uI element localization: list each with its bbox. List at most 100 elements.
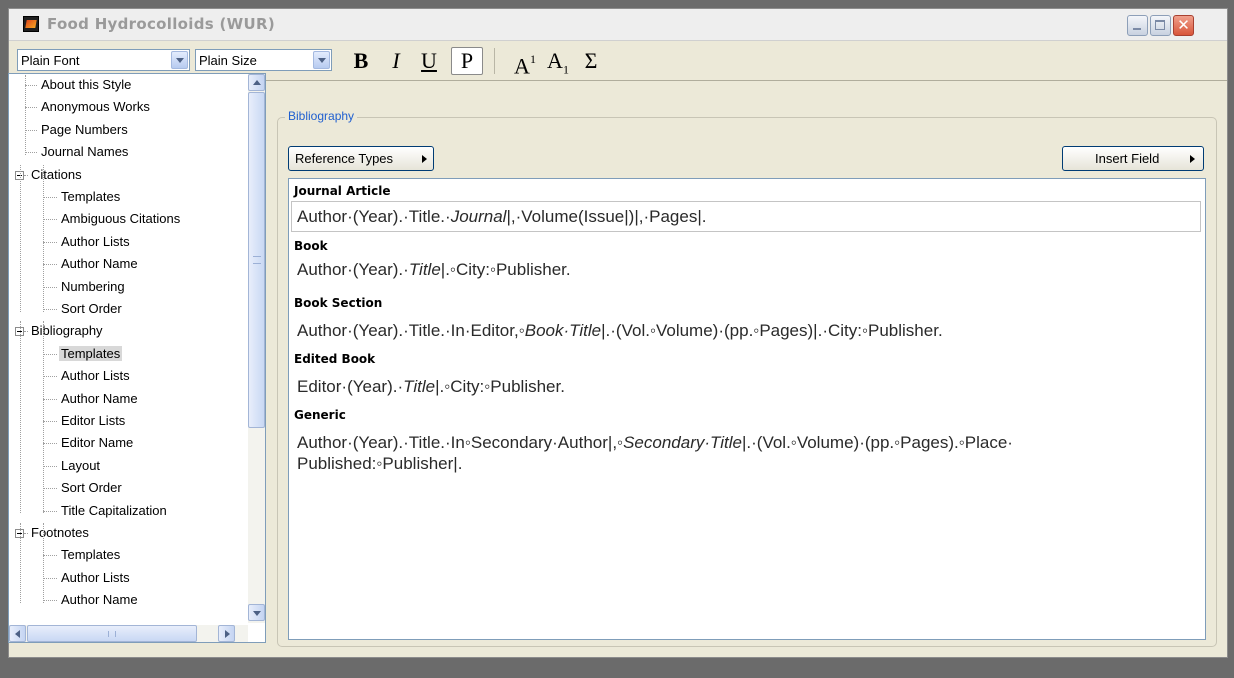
template-segment: Author·(Year).· bbox=[297, 260, 409, 279]
chevron-down-icon[interactable] bbox=[313, 51, 330, 69]
tree-connector bbox=[43, 219, 57, 220]
tree-item-label: Anonymous Works bbox=[41, 99, 150, 114]
scroll-down-icon[interactable] bbox=[248, 604, 265, 621]
tree-connector bbox=[43, 488, 57, 489]
tree-item[interactable]: Title Capitalization bbox=[59, 501, 169, 521]
template-text[interactable]: Author·(Year).·Title.·In◦Secondary·Autho… bbox=[297, 432, 1013, 453]
scroll-up-icon[interactable] bbox=[248, 74, 265, 91]
tree-connector bbox=[25, 85, 37, 86]
tree-item[interactable]: Author Lists bbox=[59, 366, 132, 386]
tree-item[interactable]: Editor Lists bbox=[59, 411, 127, 431]
template-text[interactable]: Editor·(Year).·Title|.◦City:◦Publisher. bbox=[297, 376, 565, 397]
tree-item[interactable]: Page Numbers bbox=[39, 120, 130, 140]
minimize-button[interactable] bbox=[1127, 15, 1148, 36]
tree-item-label: Author Lists bbox=[61, 368, 130, 383]
tree-item-label: Editor Name bbox=[61, 435, 134, 450]
tree-connector bbox=[24, 331, 28, 332]
tree-connector bbox=[43, 165, 44, 312]
scroll-right-icon[interactable] bbox=[218, 625, 235, 642]
template-title: Journal Article bbox=[294, 184, 391, 198]
template-segment: Editor·(Year).· bbox=[297, 377, 404, 396]
tree-item[interactable]: Templates bbox=[59, 344, 123, 364]
maximize-button[interactable] bbox=[1150, 15, 1171, 36]
tree-connector bbox=[20, 321, 21, 513]
superscript-button[interactable]: A1 bbox=[511, 47, 539, 79]
tree-item-label: Author Lists bbox=[61, 234, 130, 249]
font-select[interactable]: Plain Font bbox=[17, 49, 190, 71]
tree-item[interactable]: Author Lists bbox=[59, 232, 132, 252]
tree-item[interactable]: Bibliography bbox=[29, 321, 105, 341]
underline-button[interactable]: U bbox=[416, 47, 442, 75]
tree-item[interactable]: Layout bbox=[59, 456, 102, 476]
close-button[interactable]: ✕ bbox=[1173, 15, 1194, 36]
superscript-exp: 1 bbox=[529, 52, 536, 66]
reference-types-button[interactable]: Reference Types bbox=[288, 146, 434, 171]
tree-item-label: Footnotes bbox=[31, 525, 89, 540]
reference-types-label: Reference Types bbox=[295, 151, 394, 166]
bold-button[interactable]: B bbox=[348, 47, 374, 75]
template-text[interactable]: Author·(Year).·Title|.◦City:◦Publisher. bbox=[297, 259, 571, 280]
tree-item[interactable]: Ambiguous Citations bbox=[59, 209, 182, 229]
tree-item[interactable]: Author Name bbox=[59, 590, 140, 610]
plain-text-button[interactable]: P bbox=[451, 47, 483, 75]
tree-item-label: Title Capitalization bbox=[61, 503, 167, 518]
vertical-scroll-thumb[interactable] bbox=[248, 92, 265, 428]
tree-vertical-scrollbar[interactable] bbox=[248, 74, 265, 623]
scroll-left-icon[interactable] bbox=[9, 625, 26, 642]
tree-item-label: Templates bbox=[61, 547, 121, 562]
tree-item-label: Author Name bbox=[61, 592, 138, 607]
triangle-right-icon bbox=[422, 155, 427, 163]
title-bar[interactable]: Food Hydrocolloids (WUR) ✕ bbox=[9, 9, 1227, 41]
tree-item[interactable]: Editor Name bbox=[59, 433, 135, 453]
tree-connector bbox=[25, 75, 26, 155]
tree-item[interactable]: Templates bbox=[59, 545, 122, 565]
tree-connector bbox=[43, 466, 57, 467]
tree-item[interactable]: Journal Names bbox=[39, 142, 130, 162]
tree-connector bbox=[43, 309, 57, 310]
tree-item[interactable]: Author Name bbox=[59, 254, 140, 274]
template-editor[interactable]: Journal Article Author·(Year).·Title.·Jo… bbox=[288, 178, 1206, 640]
style-tree[interactable]: About this Style Anonymous Works Page Numb… bbox=[8, 73, 266, 643]
subscript-index: 1 bbox=[562, 62, 569, 77]
tree-item-label: About this Style bbox=[41, 77, 132, 92]
horizontal-scroll-thumb[interactable] bbox=[27, 625, 197, 642]
tree-connector bbox=[43, 399, 57, 400]
tree-item[interactable]: Numbering bbox=[59, 277, 127, 297]
template-title: Edited Book bbox=[294, 352, 376, 366]
tree-connector bbox=[25, 130, 37, 131]
tree-item[interactable]: Sort Order bbox=[59, 299, 124, 319]
superscript-base: A bbox=[514, 53, 530, 79]
tree-item[interactable]: Footnotes bbox=[29, 523, 91, 543]
tree-connector bbox=[43, 443, 57, 444]
size-select[interactable]: Plain Size bbox=[195, 49, 332, 71]
tree-connector bbox=[43, 321, 44, 513]
tree-item[interactable]: Sort Order bbox=[59, 478, 124, 498]
tree-item[interactable]: Author Lists bbox=[59, 568, 132, 588]
template-segment: |.◦City:◦Publisher. bbox=[440, 260, 571, 279]
panel-splitter[interactable] bbox=[268, 73, 272, 643]
template-text-line2[interactable]: Published:◦Publisher|. bbox=[297, 453, 462, 474]
template-segment: |,·Volume(Issue|)|,·Pages|. bbox=[506, 207, 707, 226]
tree-connector bbox=[25, 152, 37, 153]
tree-connector bbox=[20, 523, 21, 603]
tree-item[interactable]: About this Style bbox=[39, 75, 133, 95]
tree-connector bbox=[20, 165, 21, 312]
symbol-button[interactable]: Σ bbox=[577, 47, 605, 75]
chevron-down-icon[interactable] bbox=[171, 51, 188, 69]
tree-connector bbox=[43, 264, 57, 265]
italic-button[interactable]: I bbox=[384, 47, 408, 75]
tree-horizontal-scrollbar[interactable] bbox=[9, 625, 248, 642]
template-segment-italic: Title bbox=[408, 260, 441, 279]
subscript-button[interactable]: A1 bbox=[544, 47, 572, 77]
tree-item[interactable]: Templates bbox=[59, 187, 122, 207]
template-segment: |.·(Vol.◦Volume)·(pp.◦Pages)|.·City:◦Pub… bbox=[601, 321, 943, 340]
insert-field-button[interactable]: Insert Field bbox=[1062, 146, 1204, 171]
tree-item[interactable]: Author Name bbox=[59, 389, 140, 409]
template-segment-italic: Book·Title bbox=[524, 321, 602, 340]
tree-item-label: Page Numbers bbox=[41, 122, 128, 137]
template-text[interactable]: Author·(Year).·Title.·Journal|,·Volume(I… bbox=[297, 206, 706, 227]
template-segment-italic: Title bbox=[403, 377, 436, 396]
tree-item[interactable]: Anonymous Works bbox=[39, 97, 152, 117]
tree-item[interactable]: Citations bbox=[29, 165, 84, 185]
template-text[interactable]: Author·(Year).·Title.·In·Editor,◦Book·Ti… bbox=[297, 320, 943, 341]
